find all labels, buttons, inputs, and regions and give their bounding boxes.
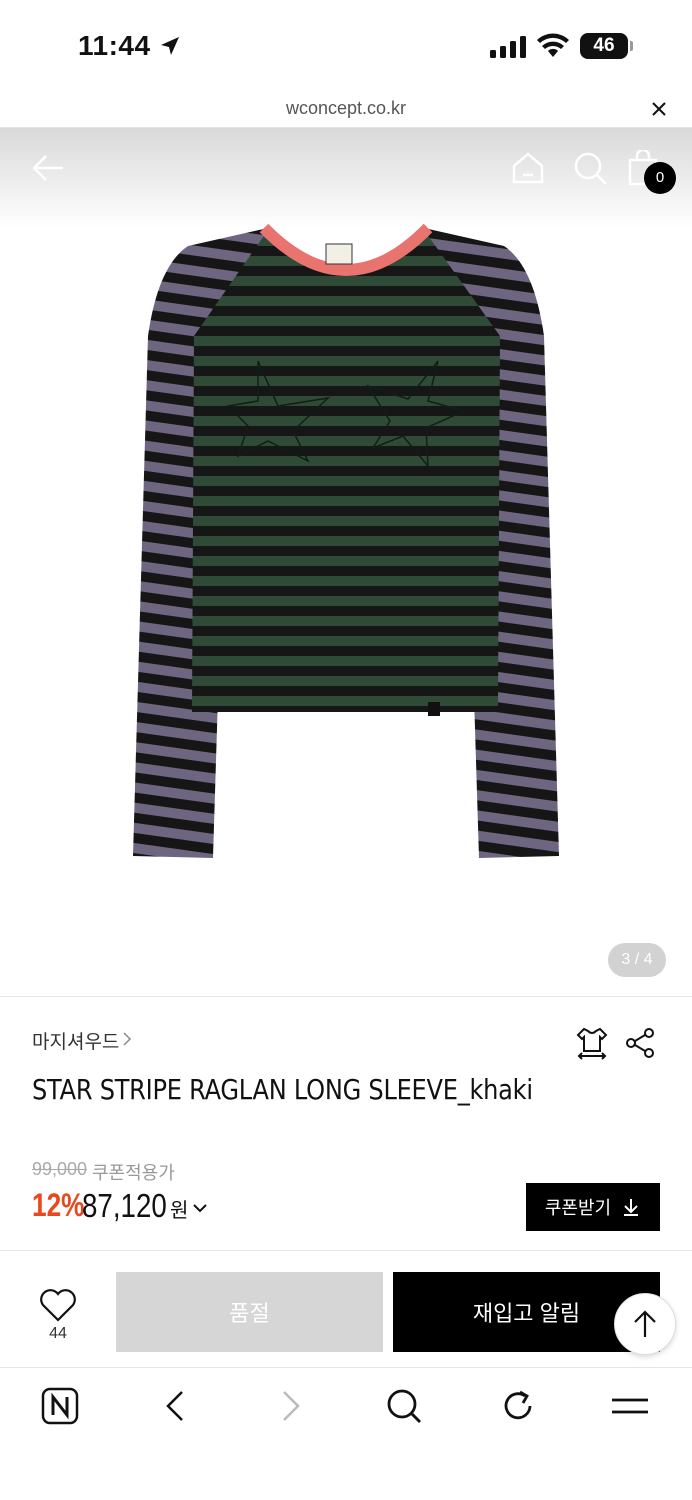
soldout-button[interactable]: 품절 — [116, 1272, 383, 1352]
like-count: 44 — [49, 1325, 67, 1342]
browser-forward-icon[interactable] — [270, 1386, 310, 1426]
image-pager: 3 / 4 — [608, 943, 666, 977]
coupon-download-button[interactable]: 쿠폰받기 — [526, 1183, 660, 1231]
status-time: 11:44 — [78, 30, 151, 61]
size-fit-icon[interactable] — [574, 1025, 610, 1061]
battery-indicator: 46 — [580, 33, 628, 59]
browser-toolbar — [0, 1368, 692, 1500]
product-image — [133, 223, 559, 858]
scroll-to-top-button[interactable] — [614, 1293, 676, 1355]
download-icon — [624, 1199, 639, 1216]
status-bar: 11:44 46 — [0, 0, 692, 92]
browser-url-bar: wconcept.co.kr — [0, 92, 692, 128]
location-arrow-icon — [161, 37, 179, 55]
discount-rate: 12% — [32, 1187, 85, 1223]
purchase-action-bar: 44 품절 재입고 알림 — [0, 1250, 692, 1368]
arrow-up-icon — [634, 1310, 656, 1337]
cart-count-badge[interactable]: 0 — [644, 162, 676, 194]
naver-home-icon[interactable] — [40, 1386, 80, 1426]
brand-link[interactable]: 마지셔우드 — [32, 1027, 119, 1054]
chevron-right-icon[interactable] — [120, 1030, 134, 1048]
coupon-price-label: 쿠폰적용가 — [92, 1163, 175, 1183]
currency-label[interactable]: 원 — [170, 1194, 188, 1223]
heart-icon[interactable] — [38, 1287, 78, 1323]
close-icon[interactable] — [648, 98, 670, 120]
url-text[interactable]: wconcept.co.kr — [0, 98, 692, 119]
chevron-down-icon[interactable] — [192, 1201, 208, 1215]
search-icon[interactable] — [570, 148, 610, 188]
wifi-icon — [537, 33, 569, 57]
home-icon[interactable] — [508, 148, 548, 188]
sale-price: 87,120 — [82, 1187, 167, 1224]
cellular-signal-icon — [490, 36, 526, 58]
product-image-gallery[interactable]: 0 3 / 4 — [0, 128, 692, 996]
product-title: STAR STRIPE RAGLAN LONG SLEEVE_khaki — [32, 1073, 533, 1106]
coupon-button-label: 쿠폰받기 — [544, 1198, 612, 1218]
refresh-icon[interactable] — [498, 1386, 538, 1426]
share-icon[interactable] — [624, 1027, 656, 1059]
product-info: 마지셔우드 STAR STRIPE RAGLAN LONG SLEEVE_kha… — [0, 996, 692, 1250]
battery-tip — [630, 41, 633, 51]
menu-icon[interactable] — [610, 1386, 650, 1426]
original-price: 99,000 — [32, 1159, 88, 1179]
back-arrow-icon[interactable] — [30, 150, 66, 186]
browser-back-icon[interactable] — [156, 1386, 196, 1426]
browser-search-icon[interactable] — [384, 1386, 424, 1426]
